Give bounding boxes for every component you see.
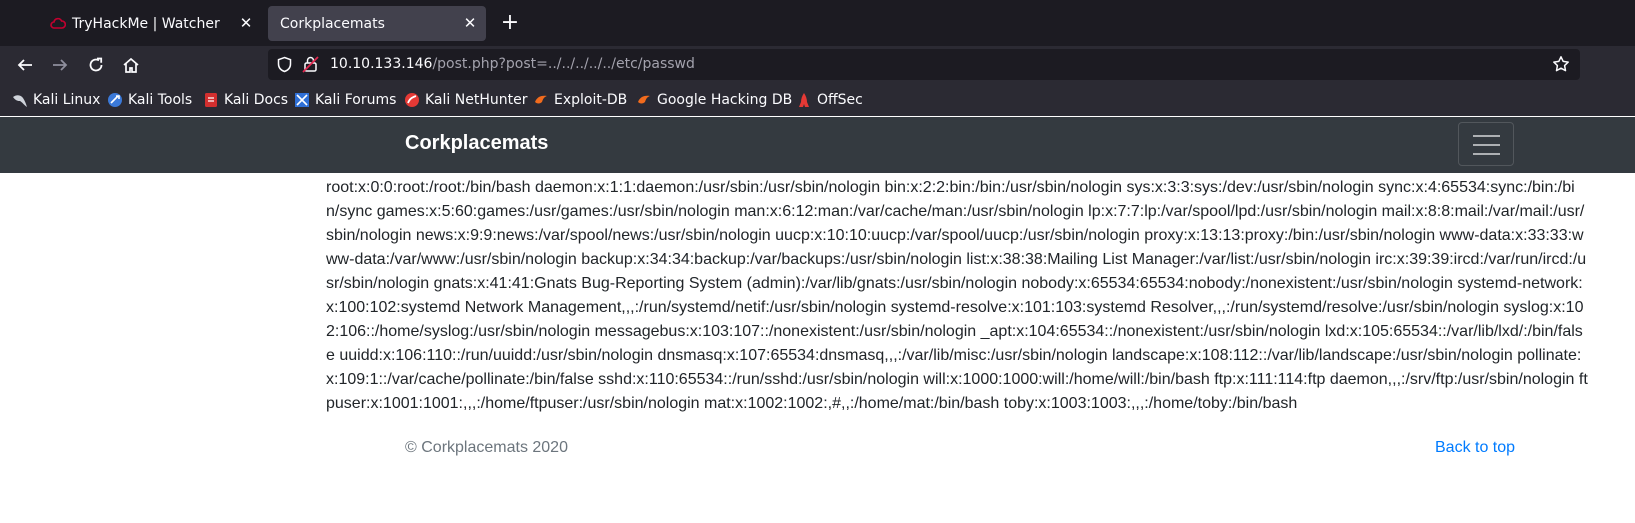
tab-title: TryHackMe | Watcher [72, 15, 220, 32]
nethunter-icon [404, 92, 420, 108]
kali-docs-icon [203, 92, 219, 108]
bookmark-kali-docs[interactable]: Kali Docs [203, 91, 288, 109]
offsec-icon [796, 92, 812, 108]
home-icon [123, 57, 139, 73]
bookmark-kali-linux[interactable]: Kali Linux [12, 91, 100, 109]
site-navbar: Corkplacemats [0, 117, 1635, 173]
bookmark-label: OffSec [817, 92, 863, 108]
bookmark-label: Kali Tools [128, 92, 193, 108]
post-content: root:x:0:0:root:/root:/bin/bash daemon:x… [326, 179, 1588, 412]
site-brand-link[interactable]: Corkplacemats [405, 132, 548, 155]
copyright-text: © Corkplacemats 2020 [405, 439, 568, 456]
bookmark-label: Kali Linux [33, 92, 101, 108]
home-button[interactable] [118, 53, 144, 77]
back-to-top-link[interactable]: Back to top [1435, 439, 1515, 457]
exploit-db-icon [533, 92, 549, 108]
tab-title: Corkplacemats [280, 15, 385, 32]
menu-toggle-button[interactable] [1458, 122, 1514, 166]
insecure-lock-icon[interactable] [302, 55, 319, 77]
bookmark-google-hacking-db[interactable]: Google Hacking DB [636, 91, 792, 109]
kali-dragon-icon [12, 92, 28, 108]
tracking-shield-icon[interactable] [276, 56, 293, 77]
url-path: /post.php?post=../../../../../etc/passwd [432, 56, 695, 72]
back-arrow-icon [17, 59, 32, 71]
tab-tryhackme[interactable]: TryHackMe | Watcher ✕ [40, 6, 262, 41]
bookmark-label: Kali NetHunter [425, 92, 528, 108]
new-tab-button[interactable]: + [498, 10, 522, 36]
close-tab-icon[interactable]: ✕ [236, 13, 256, 33]
ghdb-icon [636, 92, 652, 108]
bookmark-kali-nethunter[interactable]: Kali NetHunter [404, 91, 527, 109]
kali-forums-icon [294, 92, 310, 108]
bookmark-label: Exploit-DB [554, 92, 628, 108]
back-button[interactable] [12, 53, 38, 77]
bookmark-exploit-db[interactable]: Exploit-DB [533, 91, 627, 109]
navigation-toolbar: 10.10.133.146/post.php?post=../../../../… [0, 46, 1635, 84]
hamburger-line [1473, 144, 1500, 146]
tab-corkplacemats[interactable]: Corkplacemats ✕ [268, 6, 486, 41]
bookmark-star-icon[interactable] [1552, 55, 1570, 77]
url-host: 10.10.133.146 [330, 56, 433, 72]
bookmark-kali-tools[interactable]: Kali Tools [107, 91, 192, 109]
bookmark-offsec[interactable]: OffSec [796, 91, 863, 109]
reload-icon [89, 57, 103, 72]
bookmarks-toolbar: Kali Linux Kali Tools Kali Docs Kali For… [0, 84, 1635, 116]
hamburger-line [1473, 153, 1500, 155]
address-bar[interactable]: 10.10.133.146/post.php?post=../../../../… [268, 49, 1580, 80]
url-text[interactable]: 10.10.133.146/post.php?post=../../../../… [330, 56, 695, 72]
forward-arrow-icon [53, 59, 68, 71]
forward-button[interactable] [47, 53, 73, 77]
bookmark-label: Google Hacking DB [657, 92, 793, 108]
kali-tools-icon [107, 92, 123, 108]
bookmark-label: Kali Forums [315, 92, 397, 108]
bookmark-kali-forums[interactable]: Kali Forums [294, 91, 396, 109]
bookmark-label: Kali Docs [224, 92, 289, 108]
hamburger-line [1473, 135, 1500, 137]
reload-button[interactable] [83, 53, 109, 77]
tab-strip: TryHackMe | Watcher ✕ Corkplacemats ✕ + [0, 0, 1635, 46]
tryhackme-cloud-icon [50, 16, 67, 32]
close-tab-icon[interactable]: ✕ [460, 13, 480, 33]
